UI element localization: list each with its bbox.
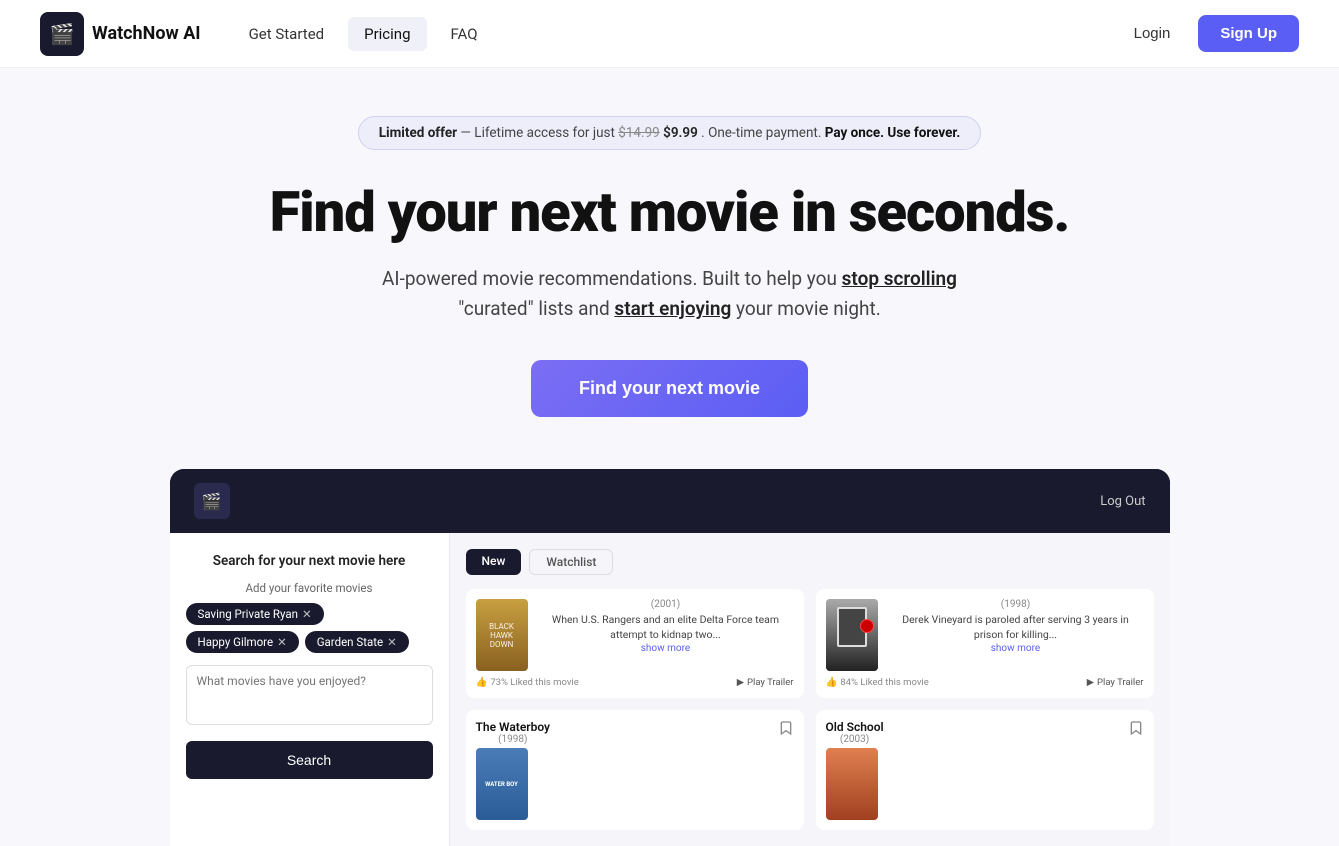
mockup-header: 🎬 Log Out	[170, 469, 1170, 533]
movie-title: Old School	[826, 720, 884, 734]
movie-card-waterboy: The Waterboy (1998) WATER BOY	[466, 710, 804, 830]
tag-saving-private-ryan[interactable]: Saving Private Ryan ✕	[186, 603, 324, 625]
hero-sub-part1: AI-powered movie recommendations. Built …	[382, 267, 842, 290]
movie-card-american-history: (1998) Derek Vineyard is paroled after s…	[816, 589, 1154, 698]
movie-card-bottom: WATER BOY	[476, 748, 794, 820]
movie-desc: Derek Vineyard is paroled after serving …	[888, 613, 1144, 642]
bookmark-icon[interactable]	[778, 720, 794, 736]
offer-badge: Limited offer — Lifetime access for just…	[358, 116, 982, 150]
navbar: 🎬 WatchNow AI Get Started Pricing FAQ Lo…	[0, 0, 1339, 68]
hero-subtitle: AI-powered movie recommendations. Built …	[382, 264, 957, 325]
offer-label: Limited offer	[379, 125, 457, 141]
offer-new-price: $9.99	[663, 125, 698, 141]
sidebar-search-button[interactable]: Search	[186, 741, 433, 779]
login-button[interactable]: Login	[1122, 17, 1183, 50]
nav-right: Login Sign Up	[1122, 15, 1299, 52]
movie-rating: 👍 84% Liked this movie	[826, 677, 929, 688]
mockup-sidebar: Search for your next movie here Add your…	[170, 533, 450, 846]
offer-old-price: $14.99	[618, 125, 660, 141]
nav-link-get-started[interactable]: Get Started	[233, 17, 341, 51]
mockup-body: Search for your next movie here Add your…	[170, 533, 1170, 846]
nav-links: Get Started Pricing FAQ	[233, 17, 494, 51]
movie-thumbnail	[826, 748, 878, 820]
liked-text: 73% Liked this movie	[490, 677, 578, 688]
play-icon: ▶	[1087, 677, 1094, 688]
show-more-link[interactable]: show more	[538, 643, 794, 654]
tags-area: Saving Private Ryan ✕ Happy Gilmore ✕ Ga…	[186, 603, 433, 653]
app-mockup: 🎬 Log Out Search for your next movie her…	[170, 469, 1170, 846]
movie-title-row: Old School (2003)	[826, 720, 1144, 748]
tab-new[interactable]: New	[466, 549, 522, 575]
movie-input[interactable]	[186, 665, 433, 725]
sidebar-add-label: Add your favorite movies	[186, 581, 433, 595]
cta-button[interactable]: Find your next movie	[531, 360, 808, 417]
movie-info: (2001) When U.S. Rangers and an elite De…	[538, 599, 794, 671]
movie-card-black-hawk: BLACK HAWK DOWN (2001) When U.S. Rangers…	[466, 589, 804, 698]
movie-card-old-school: Old School (2003)	[816, 710, 1154, 830]
play-icon: ▶	[737, 677, 744, 688]
offer-suffix: . One-time payment.	[701, 125, 825, 141]
movie-card-bottom	[826, 748, 1144, 820]
trailer-text: Play Trailer	[1097, 677, 1143, 688]
movie-title-wrap: The Waterboy (1998)	[476, 720, 551, 748]
logo-icon: 🎬	[40, 12, 84, 56]
tag-remove-icon[interactable]: ✕	[277, 635, 287, 649]
movie-year: (2003)	[826, 734, 884, 745]
offer-bold: Pay once. Use forever.	[825, 125, 961, 141]
hero-title: Find your next movie in seconds.	[270, 182, 1070, 244]
hero-sub-part3: your movie night.	[731, 297, 880, 320]
movie-footer: 👍 73% Liked this movie ▶ Play Trailer	[476, 677, 794, 688]
tag-happy-gilmore[interactable]: Happy Gilmore ✕	[186, 631, 299, 653]
movie-title-wrap: Old School (2003)	[826, 720, 884, 748]
show-more-link[interactable]: show more	[888, 643, 1144, 654]
signup-button[interactable]: Sign Up	[1198, 15, 1299, 52]
movie-card-inner: BLACK HAWK DOWN (2001) When U.S. Rangers…	[476, 599, 794, 671]
movie-rating: 👍 73% Liked this movie	[476, 677, 579, 688]
tag-label: Saving Private Ryan	[198, 607, 298, 621]
movie-trailer[interactable]: ▶ Play Trailer	[1087, 677, 1144, 688]
movie-title-row: The Waterboy (1998)	[476, 720, 794, 748]
movie-footer: 👍 84% Liked this movie ▶ Play Trailer	[826, 677, 1144, 688]
bookmark-icon[interactable]	[1128, 720, 1144, 736]
movie-info: (1998) Derek Vineyard is paroled after s…	[888, 599, 1144, 671]
thumbs-up-icon: 👍	[476, 677, 488, 688]
movie-year: (1998)	[476, 734, 551, 745]
hero-section: Limited offer — Lifetime access for just…	[0, 68, 1339, 846]
trailer-text: Play Trailer	[747, 677, 793, 688]
sidebar-title: Search for your next movie here	[186, 553, 433, 569]
nav-link-faq[interactable]: FAQ	[435, 17, 494, 51]
hero-sub-underline2: start enjoying	[614, 297, 731, 320]
mockup-logo-icon: 🎬	[194, 483, 230, 519]
nav-left: 🎬 WatchNow AI Get Started Pricing FAQ	[40, 12, 494, 56]
logout-button[interactable]: Log Out	[1100, 494, 1145, 509]
movie-trailer[interactable]: ▶ Play Trailer	[737, 677, 794, 688]
tag-garden-state[interactable]: Garden State ✕	[305, 631, 409, 653]
mockup-main: New Watchlist BLACK HAWK DOWN (2001) Whe…	[450, 533, 1170, 846]
main-tabs: New Watchlist	[466, 549, 1154, 575]
tag-label: Garden State	[317, 635, 383, 649]
thumbs-up-icon: 👍	[826, 677, 838, 688]
hero-sub-quote: "curated" lists and	[458, 297, 614, 320]
movie-thumbnail: WATER BOY	[476, 748, 528, 820]
nav-link-pricing[interactable]: Pricing	[348, 17, 426, 51]
tag-remove-icon[interactable]: ✕	[387, 635, 397, 649]
movie-card-inner: (1998) Derek Vineyard is paroled after s…	[826, 599, 1144, 671]
tag-remove-icon[interactable]: ✕	[302, 607, 312, 621]
tab-watchlist[interactable]: Watchlist	[529, 549, 613, 575]
movie-thumbnail	[826, 599, 878, 671]
logo[interactable]: 🎬 WatchNow AI	[40, 12, 201, 56]
movie-title: The Waterboy	[476, 720, 551, 734]
hero-sub-underline1: stop scrolling	[842, 267, 957, 290]
movie-year: (1998)	[888, 599, 1144, 610]
logo-text: WatchNow AI	[92, 23, 201, 44]
movie-grid: BLACK HAWK DOWN (2001) When U.S. Rangers…	[466, 589, 1154, 830]
tag-label: Happy Gilmore	[198, 635, 274, 649]
liked-text: 84% Liked this movie	[840, 677, 928, 688]
offer-dash: — Lifetime access for just	[460, 125, 618, 141]
movie-thumbnail: BLACK HAWK DOWN	[476, 599, 528, 671]
movie-year: (2001)	[538, 599, 794, 610]
movie-desc: When U.S. Rangers and an elite Delta For…	[538, 613, 794, 642]
